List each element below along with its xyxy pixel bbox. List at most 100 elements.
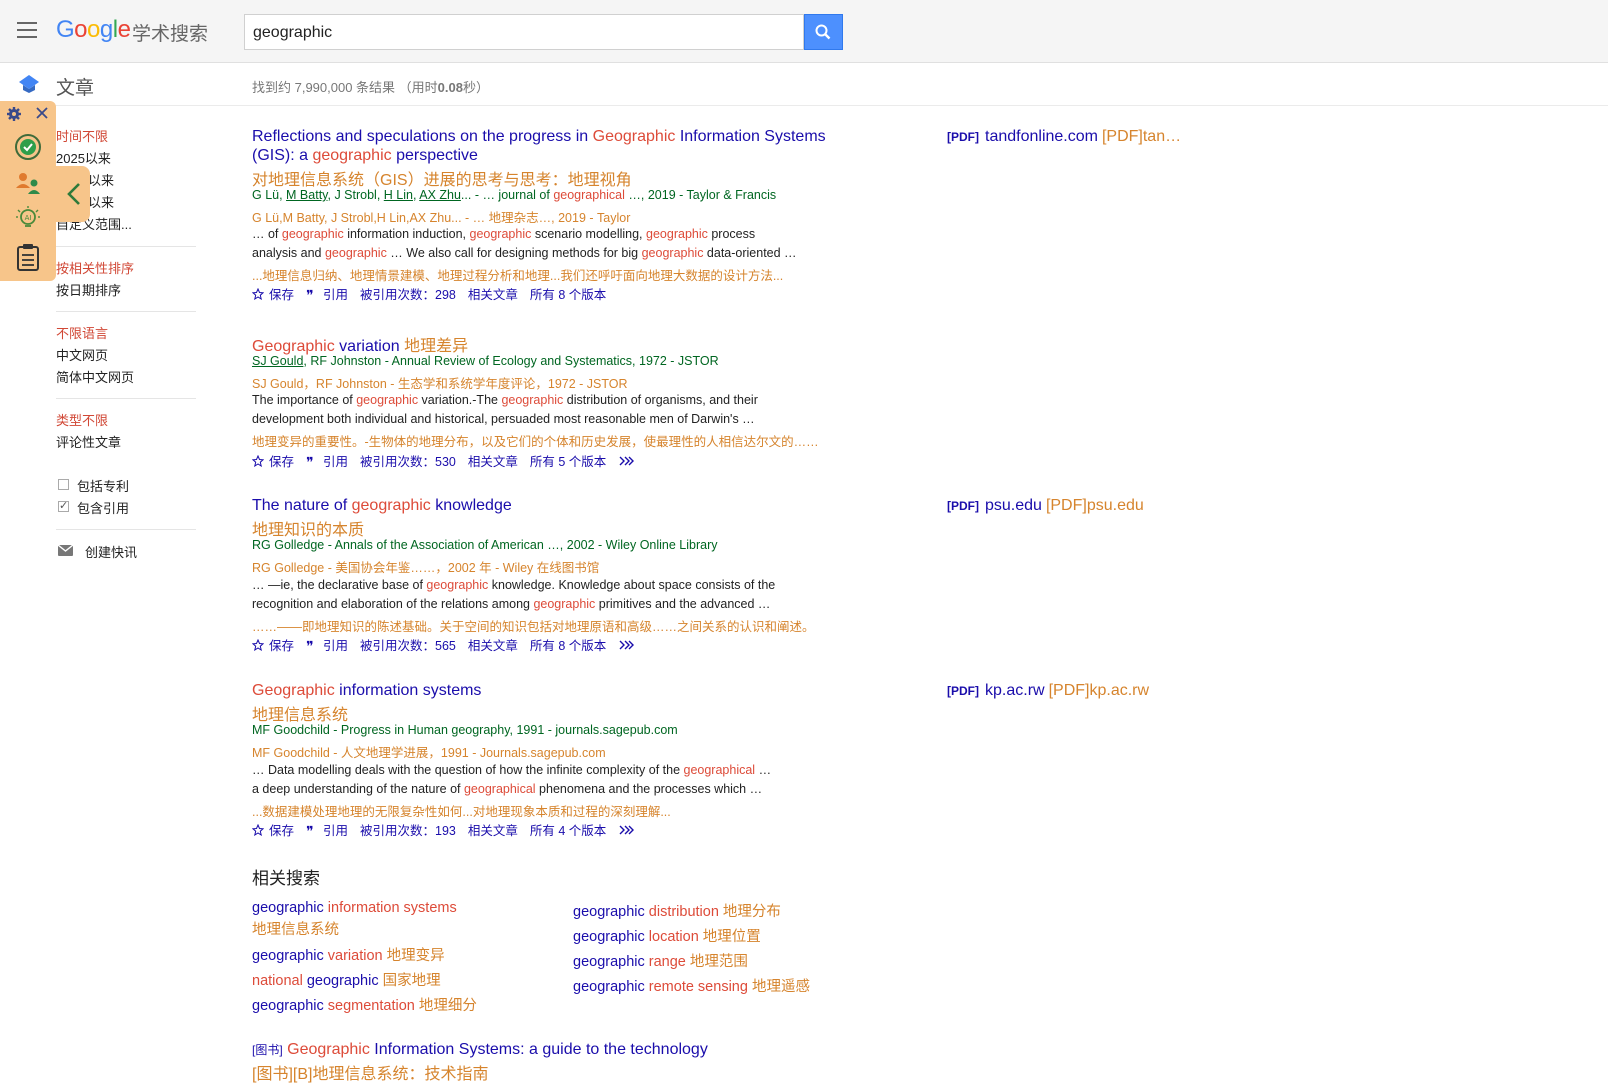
cited-by-link[interactable]: 被引用次数：298 bbox=[360, 284, 456, 303]
related-search-link[interactable]: geographic location 地理位置 bbox=[573, 925, 761, 946]
filter-since-b[interactable]: 以来 bbox=[88, 170, 114, 189]
star-icon bbox=[252, 454, 264, 467]
cite-button[interactable]: ❞ 引用 bbox=[306, 284, 348, 303]
search-button[interactable] bbox=[804, 14, 843, 50]
result-title[interactable]: Geographic variation 地理差异 bbox=[252, 332, 468, 356]
result-title-line2[interactable]: (GIS): a geographic perspective bbox=[252, 147, 478, 165]
search-icon bbox=[815, 24, 831, 40]
google-logo[interactable]: Google bbox=[56, 16, 131, 44]
cited-by-link[interactable]: 被引用次数：193 bbox=[360, 820, 456, 839]
all-versions-link[interactable]: 所有 8 个版本 bbox=[530, 284, 606, 303]
book-result-title-translation: [图书][B]地理信息系统：技术指南 bbox=[252, 1066, 489, 1083]
result-title[interactable]: Reflections and speculations on the prog… bbox=[252, 128, 826, 146]
quote-icon: ❞ bbox=[306, 288, 314, 300]
all-versions-link[interactable]: 所有 5 个版本 bbox=[530, 451, 606, 470]
more-options-icon[interactable] bbox=[618, 825, 639, 835]
sidebar-divider bbox=[56, 311, 196, 312]
result-snippet-translation: ...数据建模处理地理的无限复杂性如何...对地理现象本质和过程的深刻理解... bbox=[252, 805, 671, 819]
check-circle-icon[interactable] bbox=[14, 133, 42, 161]
mail-icon bbox=[58, 545, 73, 556]
related-articles-link[interactable]: 相关文章 bbox=[468, 284, 518, 303]
chevron-left-icon[interactable] bbox=[66, 181, 82, 207]
include-citations-label: 包含引用 bbox=[77, 501, 130, 516]
author-link[interactable]: M Batty bbox=[286, 188, 327, 202]
filter-since-2025[interactable]: 2025以来 bbox=[56, 148, 111, 167]
filter-time-any[interactable]: 时间不限 bbox=[56, 126, 108, 145]
all-versions-link[interactable]: 所有 8 个版本 bbox=[530, 635, 606, 654]
related-search-link[interactable]: geographic information systems bbox=[252, 900, 457, 916]
result-title[interactable]: Geographic information systems bbox=[252, 682, 481, 700]
related-search-link[interactable]: geographic segmentation 地理细分 bbox=[252, 994, 477, 1015]
pdf-link[interactable]: [PDF] kp.ac.rw [PDF]kp.ac.rw bbox=[947, 682, 1149, 700]
svg-text:❞: ❞ bbox=[306, 455, 314, 467]
include-patents-label: 包括专利 bbox=[77, 479, 130, 494]
svg-text:AI: AI bbox=[25, 214, 32, 222]
related-articles-link[interactable]: 相关文章 bbox=[468, 451, 518, 470]
sidebar-divider bbox=[56, 246, 196, 247]
result-title[interactable]: The nature of geographic knowledge bbox=[252, 497, 512, 515]
author-link[interactable]: AX Zhu bbox=[419, 188, 461, 202]
author-link[interactable]: H Lin bbox=[384, 188, 413, 202]
cited-by-link[interactable]: 被引用次数：530 bbox=[360, 451, 456, 470]
clipboard-icon[interactable] bbox=[15, 243, 41, 271]
search-input[interactable]: geographic bbox=[244, 14, 804, 50]
lang-any[interactable]: 不限语言 bbox=[56, 323, 108, 342]
result-snippet-translation: ……——即地理知识的陈述基础。关于空间的知识包括对地理原语和高级……之间关系的认… bbox=[252, 620, 815, 634]
filter-since-c[interactable]: 以来 bbox=[88, 192, 114, 211]
ai-lightbulb-icon[interactable]: AI bbox=[14, 205, 42, 231]
type-review[interactable]: 评论性文章 bbox=[56, 432, 121, 451]
sort-relevance[interactable]: 按相关性排序 bbox=[56, 258, 134, 277]
related-search-translation: 地理信息系统 bbox=[252, 922, 339, 938]
more-options-icon[interactable] bbox=[618, 456, 639, 466]
result-snippet-translation: 地理变异的重要性。-生物体的地理分布，以及它们的个体和历史发展，使最理性的人相信… bbox=[252, 435, 819, 449]
related-articles-link[interactable]: 相关文章 bbox=[468, 635, 518, 654]
related-search-link[interactable]: geographic variation 地理变异 bbox=[252, 944, 445, 965]
result-actions: 保存 ❞ 引用 被引用次数：193 相关文章 所有 4 个版本 bbox=[252, 820, 651, 839]
save-button[interactable]: 保存 bbox=[252, 820, 294, 839]
gear-icon[interactable] bbox=[6, 106, 22, 122]
pdf-link[interactable]: [PDF] tandfonline.com [PDF]tan… bbox=[947, 128, 1181, 146]
cite-button[interactable]: ❞ 引用 bbox=[306, 635, 348, 654]
save-button[interactable]: 保存 bbox=[252, 635, 294, 654]
book-result-title[interactable]: [图书] Geographic Information Systems: a g… bbox=[252, 1041, 708, 1059]
related-search-link[interactable]: geographic remote sensing 地理遥感 bbox=[573, 975, 810, 996]
cite-button[interactable]: ❞ 引用 bbox=[306, 820, 348, 839]
lang-zh[interactable]: 中文网页 bbox=[56, 345, 108, 364]
top-header: Google 学术搜索 geographic bbox=[0, 0, 1608, 63]
result-authors-translation: G Lü,M Batty, J Strobl,H Lin,AX Zhu... -… bbox=[252, 211, 631, 225]
include-patents-checkbox[interactable] bbox=[58, 479, 69, 490]
author-link[interactable]: SJ Gould bbox=[252, 354, 303, 368]
sidebar-divider bbox=[56, 529, 196, 530]
related-search-link[interactable]: geographic range 地理范围 bbox=[573, 950, 748, 971]
related-search-link[interactable]: geographic distribution 地理分布 bbox=[573, 900, 781, 921]
result-snippet: … —ie, the declarative base of geographi… bbox=[252, 578, 776, 592]
quote-icon: ❞ bbox=[306, 455, 314, 467]
svg-text:❞: ❞ bbox=[306, 639, 314, 651]
hamburger-menu-icon[interactable] bbox=[17, 22, 37, 38]
all-versions-link[interactable]: 所有 4 个版本 bbox=[530, 820, 606, 839]
save-button[interactable]: 保存 bbox=[252, 284, 294, 303]
related-articles-link[interactable]: 相关文章 bbox=[468, 820, 518, 839]
quote-icon: ❞ bbox=[306, 639, 314, 651]
related-search-link[interactable]: national geographic 国家地理 bbox=[252, 969, 441, 990]
sidebar-divider bbox=[56, 398, 196, 399]
quote-icon: ❞ bbox=[306, 824, 314, 836]
close-icon[interactable] bbox=[35, 106, 49, 120]
scholar-cap-icon bbox=[19, 75, 39, 93]
save-button[interactable]: 保存 bbox=[252, 451, 294, 470]
type-any[interactable]: 类型不限 bbox=[56, 410, 108, 429]
cited-by-link[interactable]: 被引用次数：565 bbox=[360, 635, 456, 654]
result-snippet: recognition and elaboration of the relat… bbox=[252, 597, 771, 611]
result-authors: G Lü, M Batty, J Strobl, H Lin, AX Zhu..… bbox=[252, 188, 777, 202]
result-snippet: development both individual and historic… bbox=[252, 412, 755, 426]
cite-button[interactable]: ❞ 引用 bbox=[306, 451, 348, 470]
lang-zh-simplified[interactable]: 简体中文网页 bbox=[56, 367, 134, 386]
pdf-link[interactable]: [PDF] psu.edu [PDF]psu.edu bbox=[947, 497, 1144, 515]
sort-date[interactable]: 按日期排序 bbox=[56, 280, 121, 299]
users-sync-icon[interactable] bbox=[14, 170, 42, 196]
more-options-icon[interactable] bbox=[618, 640, 639, 650]
result-actions: 保存 ❞ 引用 被引用次数：298 相关文章 所有 8 个版本 bbox=[252, 284, 618, 303]
create-alert-link[interactable]: 创建快讯 bbox=[85, 542, 137, 561]
result-authors-translation: RG Golledge - 美国协会年鉴……，2002 年 - Wiley 在线… bbox=[252, 561, 600, 575]
include-citations-checkbox[interactable]: ✓ bbox=[58, 501, 69, 512]
